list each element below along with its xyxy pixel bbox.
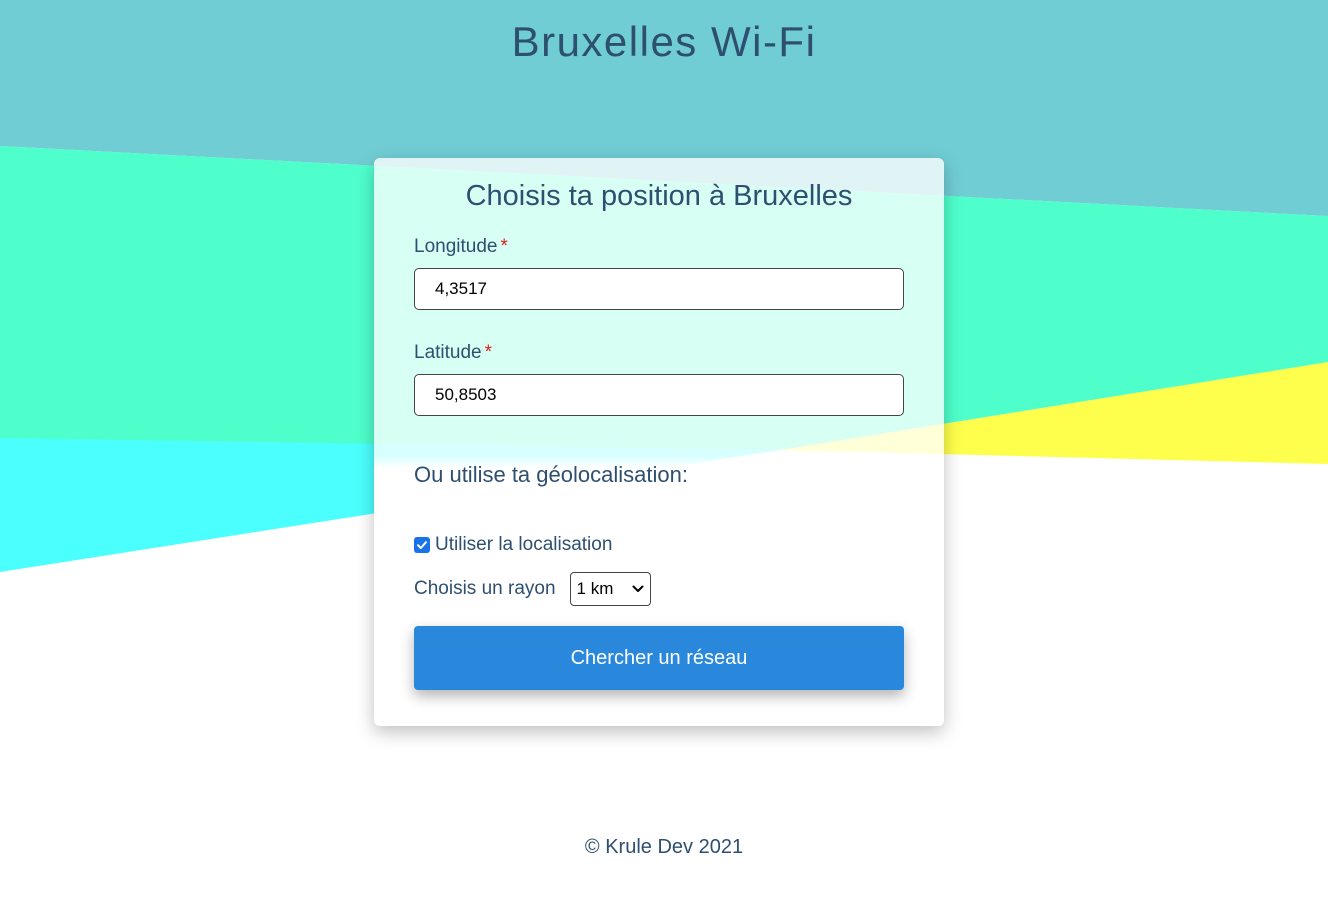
check-icon — [417, 541, 427, 549]
use-location-label[interactable]: Utiliser la localisation — [435, 534, 612, 556]
use-location-row: Utiliser la localisation — [414, 534, 904, 556]
longitude-required-mark: * — [500, 236, 508, 257]
radius-selected-value: 1 km — [576, 579, 614, 598]
position-form-card: Choisis ta position à Bruxelles Longitud… — [374, 158, 944, 726]
site-title: Bruxelles Wi-Fi — [511, 18, 817, 65]
chevron-down-icon — [632, 585, 644, 592]
longitude-input[interactable] — [414, 268, 904, 310]
latitude-input[interactable] — [414, 374, 904, 416]
radius-select[interactable]: 1 km — [569, 572, 651, 606]
use-location-checkbox[interactable] — [414, 537, 430, 553]
page: Bruxelles Wi-Fi Choisis ta position à Br… — [0, 0, 1328, 900]
latitude-required-mark: * — [484, 342, 493, 363]
search-network-button[interactable]: Chercher un réseau — [414, 626, 904, 690]
footer-copyright: © Krule Dev 2021 — [584, 836, 744, 858]
latitude-label: Latitude * — [414, 342, 904, 364]
radius-label: Choisis un rayon — [414, 578, 556, 599]
radius-row: Choisis un rayon 1 km — [414, 572, 904, 606]
form-title: Choisis ta position à Bruxelles — [465, 180, 853, 212]
geolocation-heading: Ou utilise ta géolocalisation: — [414, 462, 688, 487]
longitude-label: Longitude * — [414, 236, 904, 258]
latitude-label-text: Latitude — [414, 342, 482, 363]
longitude-label-text: Longitude — [414, 236, 498, 257]
